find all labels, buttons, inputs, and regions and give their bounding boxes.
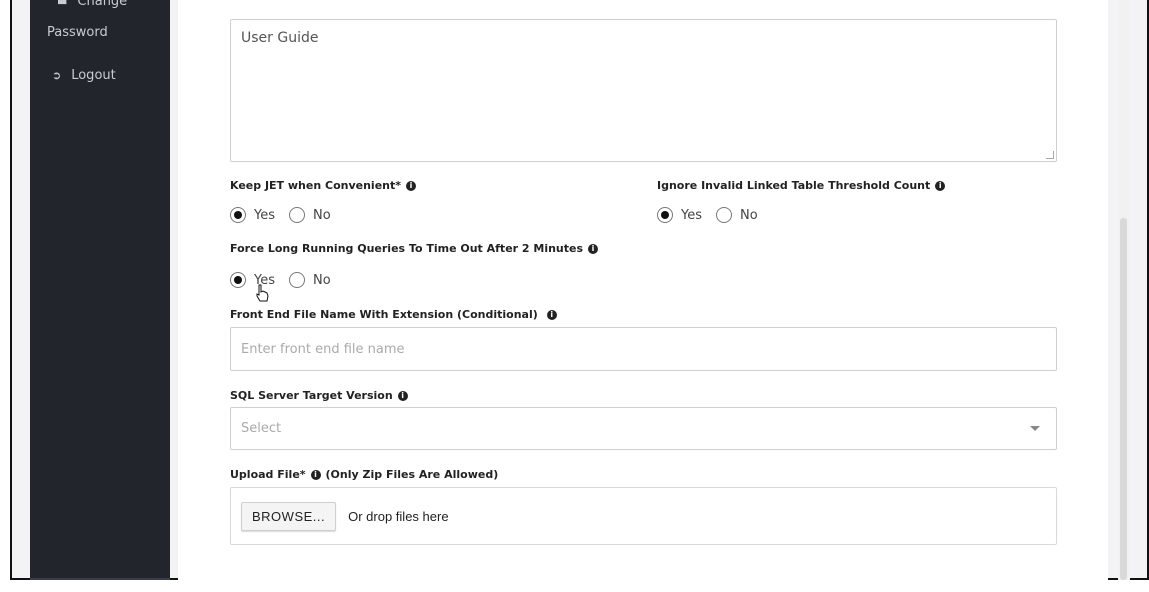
ignore-invalid-no-option[interactable]: No — [716, 207, 758, 223]
sidebar-item-label: Logout — [71, 68, 116, 83]
resize-handle-icon[interactable] — [1046, 151, 1054, 159]
keep-jet-no-label: No — [313, 207, 331, 223]
ignore-invalid-radio-group: Yes No — [657, 207, 772, 223]
info-icon[interactable]: i — [397, 390, 408, 401]
sidebar-item-password-label[interactable]: Password — [47, 25, 108, 40]
upload-label: Upload File* i (Only Zip Files Are Allow… — [230, 468, 498, 481]
sidebar-divider — [30, 578, 170, 580]
info-icon[interactable]: i — [310, 469, 321, 480]
info-icon[interactable]: i — [588, 243, 599, 254]
sql-version-label: SQL Server Target Version i — [230, 389, 408, 402]
sign-out-icon: ➲ — [52, 69, 62, 82]
keep-jet-yes-option[interactable]: Yes — [230, 207, 275, 223]
force-long-label: Force Long Running Queries To Time Out A… — [230, 242, 599, 255]
ignore-invalid-label-text: Ignore Invalid Linked Table Threshold Co… — [657, 179, 931, 192]
user-guide-textarea[interactable]: User Guide — [230, 19, 1057, 162]
front-end-placeholder: Enter front end file name — [241, 341, 405, 357]
ignore-invalid-yes-option[interactable]: Yes — [657, 207, 702, 223]
front-end-label-text: Front End File Name With Extension (Cond… — [230, 308, 538, 321]
user-guide-placeholder: User Guide — [241, 30, 319, 46]
info-icon[interactable]: i — [546, 309, 557, 320]
sql-version-placeholder: Select — [241, 421, 282, 436]
sidebar-item-logout[interactable]: ➲ Logout — [52, 68, 116, 83]
keep-jet-no-radio[interactable] — [289, 207, 305, 223]
front-end-file-input[interactable]: Enter front end file name — [230, 327, 1057, 371]
ignore-invalid-yes-radio[interactable] — [657, 207, 673, 223]
sql-version-select[interactable]: Select — [230, 407, 1057, 450]
front-end-label: Front End File Name With Extension (Cond… — [230, 308, 557, 321]
drop-files-text: Or drop files here — [348, 508, 449, 524]
ignore-invalid-yes-label: Yes — [681, 207, 702, 223]
sidebar-item-label: Password — [47, 25, 108, 40]
keep-jet-label: Keep JET when Convenient* i — [230, 179, 417, 192]
file-upload-dropzone[interactable]: BROWSE... Or drop files here — [230, 487, 1057, 545]
ignore-invalid-no-label: No — [740, 207, 758, 223]
page-scrollbar[interactable] — [1118, 0, 1130, 580]
sidebar-item-change-password[interactable]: ▬ Change — [57, 0, 127, 9]
hand-pointer-icon — [256, 284, 269, 302]
sidebar-item-label: Change — [77, 0, 128, 9]
sidebar: ▬ Change Password ➲ Logout — [30, 0, 170, 580]
ignore-invalid-no-radio[interactable] — [716, 207, 732, 223]
browse-button[interactable]: BROWSE... — [241, 501, 337, 531]
keep-jet-yes-label: Yes — [254, 207, 275, 223]
upload-label-text: Upload File* — [230, 468, 306, 481]
info-icon[interactable]: i — [406, 180, 417, 191]
force-long-yes-radio[interactable] — [230, 272, 246, 288]
info-icon[interactable]: i — [935, 180, 946, 191]
keep-jet-radio-group: Yes No — [230, 207, 345, 223]
force-long-no-option[interactable]: No — [289, 272, 331, 288]
sql-version-label-text: SQL Server Target Version — [230, 389, 393, 402]
force-long-no-radio[interactable] — [289, 272, 305, 288]
keep-jet-yes-radio[interactable] — [230, 207, 246, 223]
keep-jet-no-option[interactable]: No — [289, 207, 331, 223]
upload-note: (Only Zip Files Are Allowed) — [325, 468, 499, 481]
keep-jet-label-text: Keep JET when Convenient* — [230, 179, 402, 192]
force-long-radio-group: Yes No — [230, 272, 345, 288]
force-long-label-text: Force Long Running Queries To Time Out A… — [230, 242, 584, 255]
ignore-invalid-label: Ignore Invalid Linked Table Threshold Co… — [657, 179, 946, 192]
key-icon: ▬ — [57, 0, 68, 8]
scrollbar-thumb[interactable] — [1120, 218, 1127, 580]
force-long-no-label: No — [313, 272, 331, 288]
chevron-down-icon — [1030, 426, 1040, 431]
